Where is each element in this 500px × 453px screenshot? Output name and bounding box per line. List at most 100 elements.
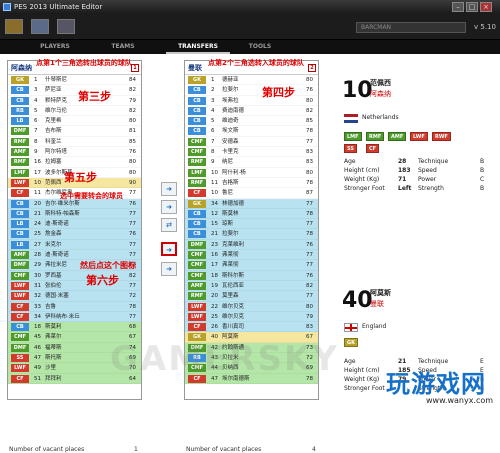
player-name: 罗西基 xyxy=(45,272,62,279)
player-row[interactable]: CF 26 香川真司 83 xyxy=(185,322,318,333)
left-team-dropdown-icon[interactable]: 1 xyxy=(131,64,139,72)
player-number: 8 xyxy=(211,149,215,156)
player-row[interactable]: CMF 17 弗莱彻 77 xyxy=(185,260,318,271)
player-row[interactable]: CMF 7 安德森 77 xyxy=(185,136,318,148)
transfer-player-icon[interactable]: ➜ xyxy=(161,242,177,256)
close-button[interactable]: × xyxy=(480,2,492,12)
player-row[interactable]: CMF 8 卡里克 83 xyxy=(185,147,318,158)
player-rating: 80 xyxy=(306,97,313,104)
player-row[interactable]: CMF 16 弗莱彻 77 xyxy=(185,250,318,261)
player-number: 7 xyxy=(211,138,215,145)
search-input[interactable]: BARCMAN xyxy=(356,22,466,33)
left-team-name: 阿森纳 xyxy=(11,64,32,72)
stat-label: Height (cm) xyxy=(344,167,380,174)
position-badge: GK xyxy=(188,199,206,208)
player-row[interactable]: CB 18 斯莫利 68 xyxy=(8,322,141,333)
transfer-left-icon[interactable]: ➜ xyxy=(161,200,177,214)
loan-player-icon[interactable]: ➜ xyxy=(161,262,177,276)
app-icon xyxy=(3,3,11,11)
position-badge: CF xyxy=(11,374,29,383)
tab-teams[interactable]: TEAMS xyxy=(100,40,146,54)
swap-players-icon[interactable]: ⇄ xyxy=(161,218,177,232)
player-rating: 76 xyxy=(306,87,313,94)
player-row[interactable]: AMF 9 阿尔特塔 76 xyxy=(8,147,141,158)
player-row[interactable]: AMF 28 迪·斯奇诺 77 xyxy=(8,250,141,261)
player-row[interactable]: CF 10 鲁尼 87 xyxy=(185,188,318,199)
player-row[interactable]: DMF 23 克莱维利 76 xyxy=(185,239,318,251)
player-name: 德赫亚 xyxy=(222,77,239,83)
player-row[interactable]: RMF 11 吉格斯 78 xyxy=(185,177,318,189)
player-row[interactable]: CB 4 默特萨克 79 xyxy=(8,95,141,106)
player-row[interactable]: CF 33 吉鲁 78 xyxy=(8,301,141,312)
player-row[interactable]: RMF 16 拉姆塞 80 xyxy=(8,157,141,168)
card1-team: 阿森纳 xyxy=(370,90,391,98)
player-row[interactable]: CB 4 费迪南德 82 xyxy=(185,105,318,117)
player-rating: 85 xyxy=(306,118,313,125)
player-name: 维迪奇 xyxy=(222,118,239,125)
player-name: 吉尔·维米尔斯 xyxy=(45,200,80,207)
transfer-right-icon[interactable]: ➜ xyxy=(161,182,177,196)
player-name: 斯科尔斯 xyxy=(222,272,245,279)
tab-players[interactable]: PLAYERS xyxy=(30,40,80,54)
player-row[interactable]: GK 1 德赫亚 80 xyxy=(185,75,318,86)
player-number: 9 xyxy=(211,159,215,166)
player-row[interactable]: CB 3 萨尼亚 82 xyxy=(8,85,141,96)
player-row[interactable]: CB 12 斯莫林 78 xyxy=(185,208,318,220)
player-row[interactable]: LMF 10 阿什利·杨 80 xyxy=(185,167,318,178)
player-row[interactable]: LWF 22 维尔贝克 80 xyxy=(185,301,318,312)
player-row[interactable]: LWF 32 德国·米塞 72 xyxy=(8,291,141,302)
tab-tools[interactable]: TOOLS xyxy=(240,40,280,54)
position-badge: GK xyxy=(188,76,206,84)
player-row[interactable]: RMF 20 莫里森 77 xyxy=(185,291,318,302)
player-row[interactable]: RMF 9 纳尼 83 xyxy=(185,157,318,168)
player-row[interactable]: CB 25 詹金森 76 xyxy=(8,229,141,240)
player-row[interactable]: LB 6 克里希 80 xyxy=(8,116,141,127)
player-card-1: 10 范佩西 阿森纳 Netherlands LMF RMF AMF LWF RWF SS… xyxy=(340,74,495,214)
player-row[interactable]: CB 21 斯科特·帕森斯 77 xyxy=(8,208,141,220)
player-number: 28 xyxy=(34,252,41,259)
player-number: 51 xyxy=(34,375,41,382)
player-number: 8 xyxy=(34,138,38,145)
player-row[interactable]: CF 11 杰尔维尼奥 77 xyxy=(8,188,141,199)
player-row[interactable]: CB 2 拉斐尔 76 xyxy=(185,85,318,96)
player-row[interactable]: DMF 29 弗拉米尼 73 xyxy=(8,260,141,271)
player-row[interactable]: CF 34 伊科纳布·米丘 77 xyxy=(8,311,141,323)
player-row[interactable]: LWF 10 范佩西 90 xyxy=(8,177,141,189)
player-row[interactable]: GK 34 林德加德 77 xyxy=(185,198,318,209)
right-team-dropdown-icon[interactable]: 2 xyxy=(308,64,316,72)
player-name: 拉斐尔 xyxy=(222,87,239,94)
player-rating: 78 xyxy=(306,179,313,186)
player-row[interactable]: CB 15 琼斯 77 xyxy=(185,219,318,230)
player-row[interactable]: AMF 19 瓦伦西亚 82 xyxy=(185,280,318,292)
player-row[interactable]: CB 3 埃弗拉 80 xyxy=(185,95,318,106)
player-row[interactable]: CMF 18 斯科尔斯 76 xyxy=(185,270,318,281)
player-rating: 84 xyxy=(129,77,136,83)
maximize-button[interactable]: □ xyxy=(466,2,478,12)
open-folder-icon[interactable] xyxy=(5,19,23,34)
player-row[interactable]: RMF 8 科奎兰 85 xyxy=(8,136,141,148)
player-row[interactable]: CB 5 维迪奇 85 xyxy=(185,116,318,127)
player-rating: 82 xyxy=(129,107,136,114)
tab-transfers[interactable]: TRANSFERS xyxy=(166,40,230,54)
player-row[interactable]: DMF 7 吉布斯 81 xyxy=(8,126,141,137)
skill-grade: B xyxy=(480,185,485,192)
player-row[interactable]: GK 1 什琴斯尼 84 xyxy=(8,75,141,86)
player-rating: 80 xyxy=(306,169,313,176)
player-name: 福蒂斯 xyxy=(45,344,62,351)
player-row[interactable]: LB 24 迪·斯奇诺 77 xyxy=(8,219,141,230)
player-row[interactable]: LB 27 米克尔 77 xyxy=(8,239,141,251)
player-row[interactable]: CB 6 埃文斯 78 xyxy=(185,126,318,137)
player-row[interactable]: RB 5 维尔马伦 82 xyxy=(8,105,141,117)
minimize-button[interactable]: – xyxy=(452,2,464,12)
save-as-icon[interactable] xyxy=(57,19,75,34)
player-row[interactable]: CB 21 拉斐尔 78 xyxy=(185,229,318,240)
save-icon[interactable] xyxy=(31,19,49,34)
player-name: 香川真司 xyxy=(222,324,245,331)
player-row[interactable]: CB 20 吉尔·维米尔斯 76 xyxy=(8,198,141,209)
player-row[interactable]: LWF 31 张伯伦 77 xyxy=(8,280,141,292)
player-row[interactable]: LMF 17 波多尔斯基 80 xyxy=(8,167,141,178)
player-row[interactable]: CMF 30 罗西基 82 xyxy=(8,270,141,281)
player-number: 20 xyxy=(211,293,218,300)
position-tag: CF xyxy=(366,144,380,153)
player-row[interactable]: LWF 25 维尔贝克 79 xyxy=(185,311,318,323)
